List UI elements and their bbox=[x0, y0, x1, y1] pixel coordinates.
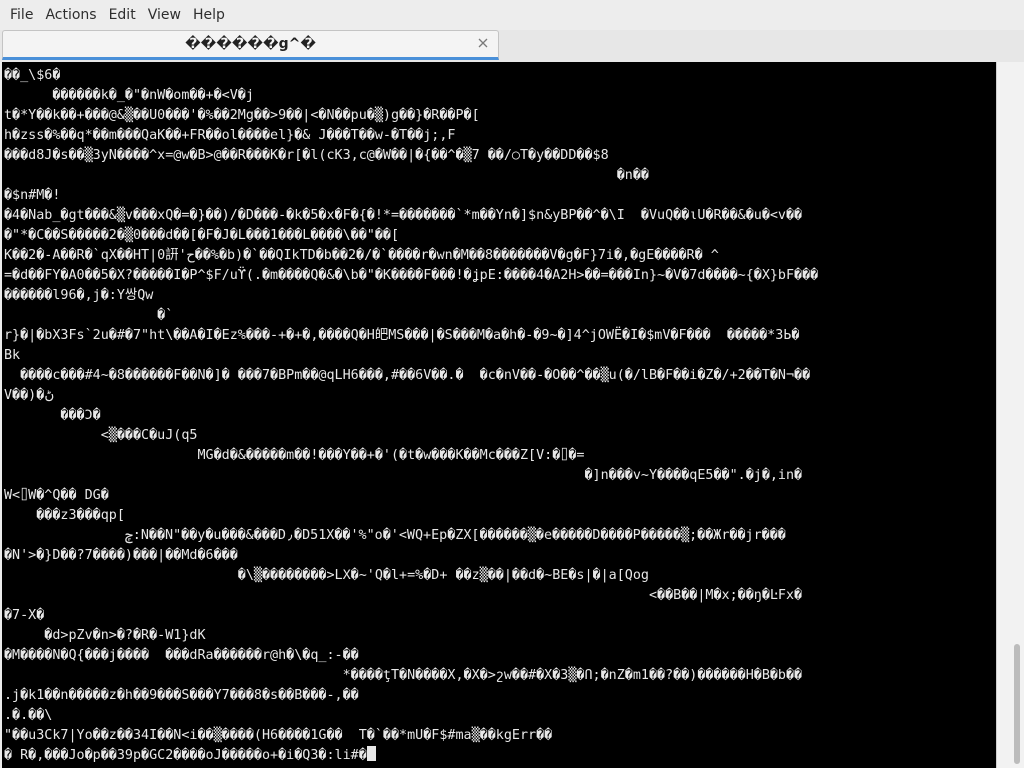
tab-title: ������g^� bbox=[185, 36, 316, 52]
terminal-line: "��u3Ck7|Yo��z��34I��N<i��▒����(H6����1G… bbox=[4, 728, 553, 743]
terminal-line: ݼ:N��N"��y�u���&���D٫�D51X��'%"o�'<WQ+Ep… bbox=[4, 528, 786, 543]
terminal-line: � R�,���Jo�p��39p�GC2����oJ�����o+�i�Q3�… bbox=[4, 748, 367, 763]
terminal-line: ���z3���qp[ bbox=[4, 508, 125, 523]
terminal-line: Bk bbox=[4, 348, 21, 363]
terminal-line: �` bbox=[4, 308, 174, 323]
tab-bar: ������g^� bbox=[0, 30, 1024, 62]
terminal-line: �M����N�Q{���j���� ���dRa������r@h�\�q_:… bbox=[4, 648, 359, 663]
menu-view[interactable]: View bbox=[142, 0, 187, 30]
terminal-line: �"*�C��S�����2�▒0���d��[�F�J�L���1���L��… bbox=[4, 228, 400, 243]
terminal-line: �$n#M�! bbox=[4, 188, 61, 203]
terminal-line: .j�k1��n�����z�h��9���S���Y7���8�s��B���… bbox=[4, 688, 359, 703]
terminal-line: K��2�-A��R�`qX��HT|0詽'ح��%�b)�`��QIkTD�b… bbox=[4, 248, 719, 263]
terminal-line: <▒���C�uJ(q5 bbox=[4, 428, 198, 443]
terminal-line: V��)�ڻ bbox=[4, 388, 55, 403]
terminal-line: �]n���v~Y����qE5��".�j�,in� bbox=[4, 468, 803, 483]
terminal-line: �7-X� bbox=[4, 608, 45, 623]
terminal-line: t�*Y��k��+���@&▒��U0���'�%��2Mg��>9��|<�… bbox=[4, 108, 480, 123]
terminal-line: �\▒��������>LΧ�~'Q�l+=%�D+ ��z▒��|��d�~B… bbox=[4, 568, 649, 583]
terminal-line: ���d8J�s��▒3yN����^x=@w�B>@��R���K�r[�l(… bbox=[4, 148, 609, 163]
menu-file[interactable]: File bbox=[4, 0, 39, 30]
scrollbar-thumb[interactable] bbox=[1014, 644, 1020, 764]
menu-edit[interactable]: Edit bbox=[103, 0, 142, 30]
terminal-text: ��_\$6� ������k�_�"�nW�om��+�<V�j t�*Y��… bbox=[2, 62, 996, 766]
terminal-line: ������k�_�"�nW�om��+�<V�j bbox=[4, 88, 254, 103]
terminal-line: MG�d�&�����m��!���Y��+�'(�t�w���K��Mc���… bbox=[4, 448, 585, 463]
terminal-line: =�d��FY�A0��5�X?�����I�P^$F/uϔ(.�m����Q�… bbox=[4, 268, 819, 283]
terminal-line: ����c���#4~�8������F��N�]� ���7�BPm��@qL… bbox=[4, 368, 811, 383]
menu-help[interactable]: Help bbox=[187, 0, 231, 30]
terminal-line: �4�Nab_�gt���&▒v���xQ�=�}��)/�D���-�k�5�… bbox=[4, 208, 803, 223]
terminal-line: ���Ͻ� bbox=[4, 408, 101, 423]
terminal-line: <��B��|M�x;��ŋ�ĿFx� bbox=[4, 588, 803, 603]
terminal-output[interactable]: ��_\$6� ������k�_�"�nW�om��+�<V�j t�*Y��… bbox=[2, 62, 996, 768]
menu-bar: File Actions Edit View Help bbox=[0, 0, 1024, 30]
terminal-line: r}�|�bX3Fs`2u�#�7"ht\��A�I�Ez%���-+�+�,�… bbox=[4, 328, 800, 343]
terminal-line: h�zss�%��q*��m���QaK��+FR��ol����el}�& J… bbox=[4, 128, 456, 143]
terminal-line: �N'>�}D��?7����)���|��Md�6��� bbox=[4, 548, 238, 563]
terminal-cursor bbox=[366, 746, 376, 761]
close-icon[interactable] bbox=[477, 37, 489, 49]
terminal-line: .�.��\ bbox=[4, 708, 53, 723]
terminal-tab[interactable]: ������g^� bbox=[2, 30, 499, 60]
terminal-scrollbar[interactable] bbox=[996, 62, 1024, 768]
terminal-line: �n�� bbox=[4, 168, 649, 183]
terminal-line: W<⌷W�^Q�� DG� bbox=[4, 488, 109, 503]
terminal-line: ������l96�,j�:Y쌍Qw bbox=[4, 288, 154, 303]
terminal-line: �d>pZv�n>�?�R�-W1}dK bbox=[4, 628, 206, 643]
terminal-line: *����ţT�N����X,�X�>շw��#�X�3▒�Ո;�nZ�m1��… bbox=[4, 668, 803, 683]
terminal-line: ��_\$6� bbox=[4, 68, 61, 83]
menu-actions[interactable]: Actions bbox=[39, 0, 102, 30]
